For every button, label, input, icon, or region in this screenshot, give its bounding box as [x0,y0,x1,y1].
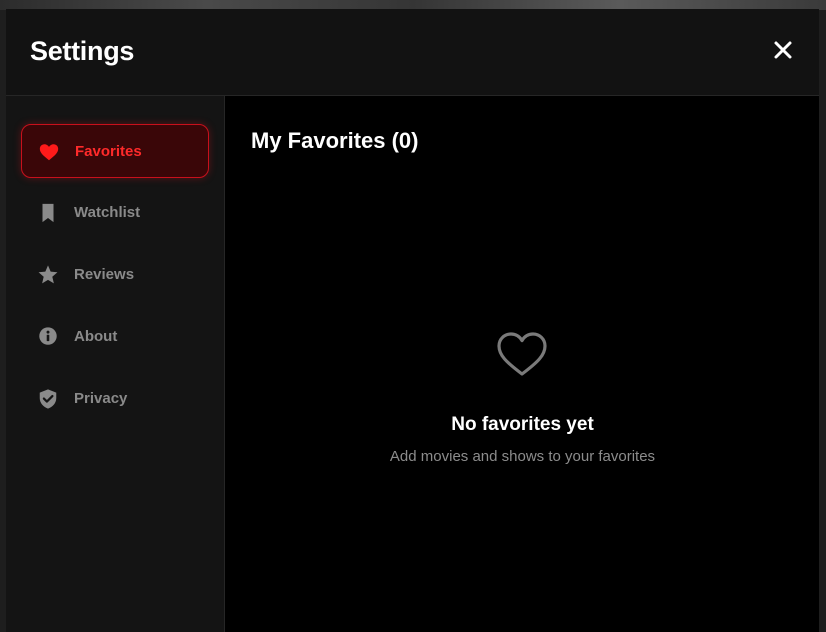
heart-icon [39,144,59,161]
sidebar-item-watchlist[interactable]: Watchlist [21,186,209,240]
sidebar-item-label: Watchlist [74,204,141,221]
sidebar-item-favorites[interactable]: Favorites [21,124,209,178]
shield-check-icon [39,389,57,409]
sidebar-item-reviews[interactable]: Reviews [21,248,209,302]
heart-outline-icon [497,332,547,376]
favorites-panel: My Favorites (0) No favorites yet Add mo… [226,96,819,632]
modal-title: Settings [30,36,135,66]
sidebar-item-label: Favorites [75,143,142,160]
settings-sidebar: Favorites Watchlist Reviews About Privac… [6,96,225,632]
sidebar-item-label: About [74,328,118,345]
sidebar-item-about[interactable]: About [21,310,209,364]
sidebar-item-label: Privacy [74,390,128,407]
sidebar-item-privacy[interactable]: Privacy [21,372,209,426]
sidebar-item-label: Reviews [74,266,135,283]
empty-state-subtitle: Add movies and shows to your favorites [389,448,656,465]
modal-header: Settings [6,9,819,96]
close-icon [774,41,792,59]
star-icon [38,265,58,284]
info-icon [39,327,57,345]
empty-state-title: No favorites yet [451,414,594,435]
bookmark-icon [42,203,54,223]
settings-modal: Settings Favorites Watchlist Reviews Abo… [6,9,819,632]
close-button[interactable] [773,40,793,60]
page-title: My Favorites (0) [251,128,419,153]
